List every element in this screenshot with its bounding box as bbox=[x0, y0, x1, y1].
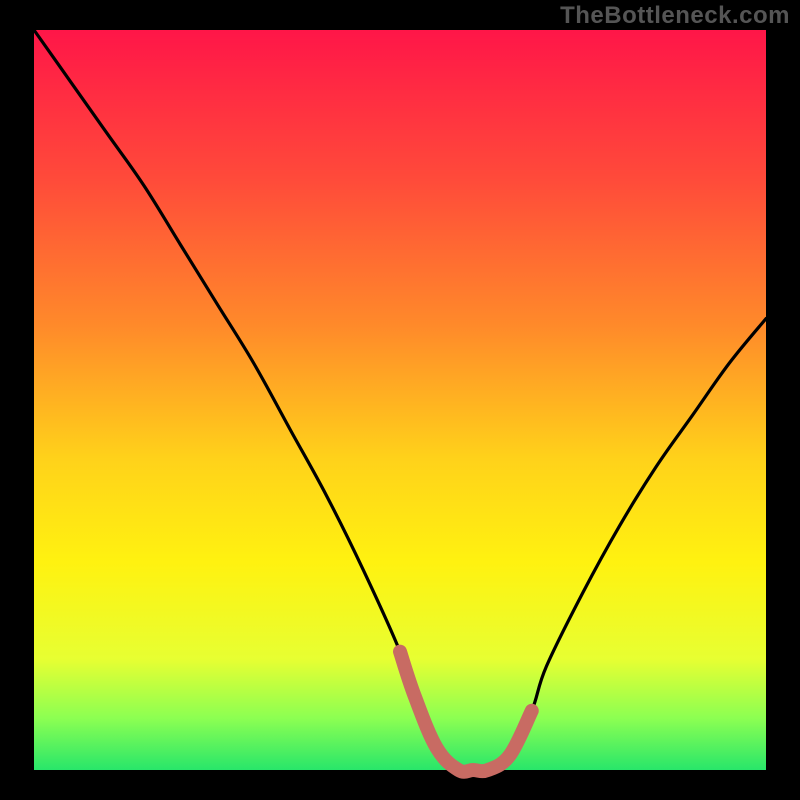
chart-frame: TheBottleneck.com bbox=[0, 0, 800, 800]
bottleneck-chart bbox=[0, 0, 800, 800]
watermark-text: TheBottleneck.com bbox=[560, 2, 790, 30]
